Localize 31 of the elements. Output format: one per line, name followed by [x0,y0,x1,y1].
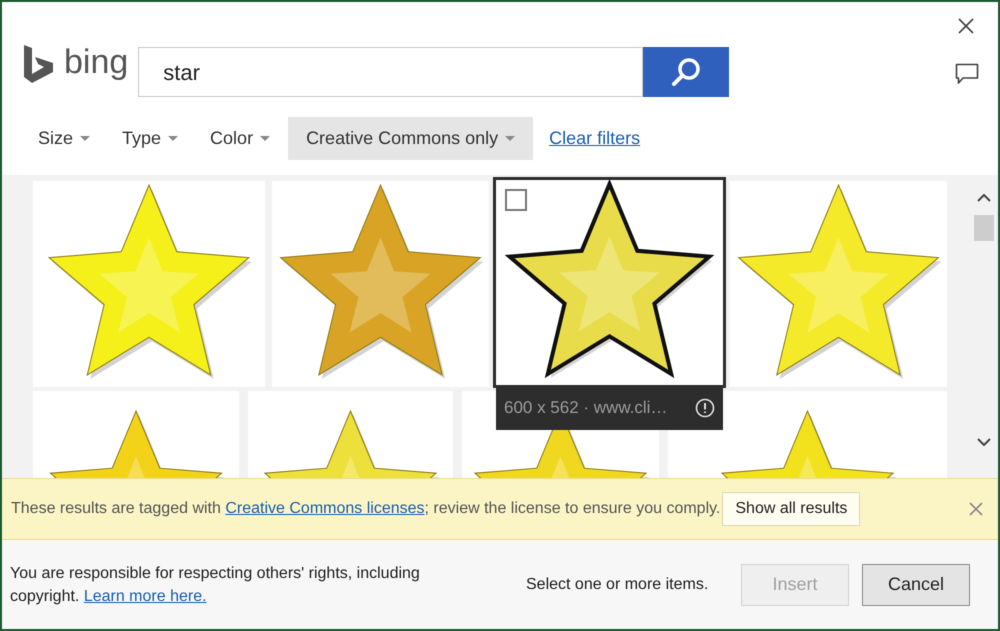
image-caption: 600 x 562 · www.cli… [504,397,668,420]
notice-text: These results are tagged with Creative Commons licenses; review the license to ensure you comply. [11,499,720,519]
caret-icon [80,136,90,142]
close-icon [958,18,974,34]
dialog-button[interactable]: Cancel [862,564,970,606]
scroll-down-icon[interactable] [976,437,992,447]
rights-notice-text: You are responsible for respecting others' rights, including copyright. Learn more here. [10,564,421,606]
scrollbar-thumb[interactable] [974,215,994,241]
feedback-button[interactable] [954,62,980,86]
speech-bubble-icon [955,63,979,85]
show-all-results-button[interactable]: Show all results [722,492,860,526]
clear-filters-link[interactable]: Clear filters [549,125,640,152]
caret-icon [505,136,516,142]
bing-logo-icon [22,44,56,84]
caret-icon [168,136,178,142]
filter-dropdown[interactable]: Type [108,117,192,160]
learn-more-link[interactable]: Learn more here. [84,588,207,604]
licenses-link[interactable]: Creative Commons licenses [225,500,425,517]
search-field[interactable]: star [138,47,644,97]
info-icon[interactable] [695,398,715,418]
filter-dropdown[interactable]: Color [196,117,284,160]
filter-dropdown[interactable]: Creative Commons only [288,117,534,160]
scroll-up-icon[interactable] [976,193,992,203]
close-icon [969,502,983,516]
search-button[interactable] [643,47,730,97]
caret-icon [260,136,270,142]
status-text: Select one or more items. [526,574,708,594]
checkbox[interactable] [505,189,527,211]
filter-dropdown[interactable]: Size [24,117,104,160]
bing-logo-text: bing [64,45,128,79]
search-icon [670,56,702,88]
